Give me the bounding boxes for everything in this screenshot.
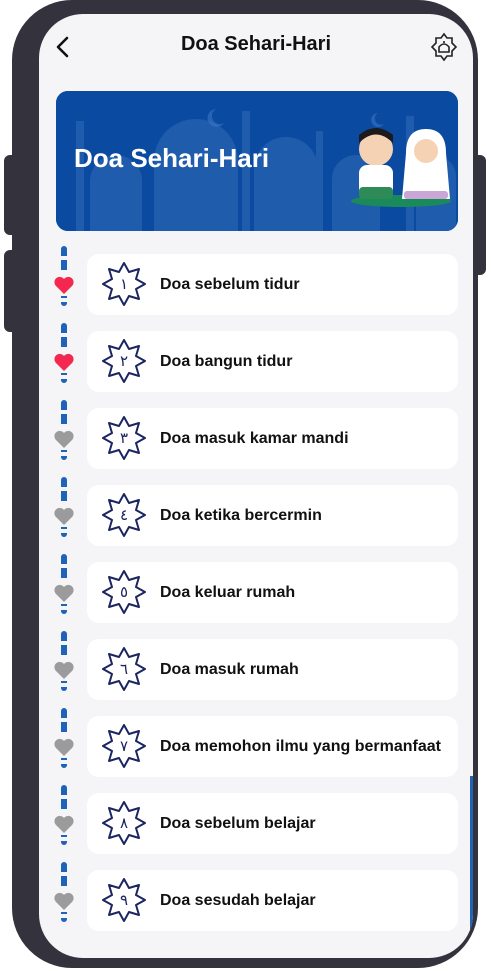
list-item: ٨ Doa sebelum belajar	[39, 785, 473, 855]
number-star-badge: ٨	[101, 800, 147, 846]
favorite-heart-icon[interactable]	[52, 890, 76, 912]
favorite-heart-icon[interactable]	[52, 505, 76, 527]
prayer-title: Doa sebelum belajar	[160, 814, 316, 832]
prayer-card[interactable]: ٥ Doa keluar rumah	[87, 562, 458, 623]
favorite-heart-icon[interactable]	[52, 582, 76, 604]
favorite-heart-icon[interactable]	[52, 428, 76, 450]
prayer-title: Doa bangun tidur	[160, 352, 293, 370]
prayer-title: Doa memohon ilmu yang bermanfaat	[160, 737, 441, 755]
app-screen: Doa Sehari-Hari Doa Sehari-Hari ١ Doa se…	[39, 14, 473, 958]
favorite-heart-icon[interactable]	[52, 736, 76, 758]
prayer-title: Doa sebelum tidur	[160, 275, 300, 293]
list-item: ٤ Doa ketika bercermin	[39, 477, 473, 547]
number-star-badge: ٥	[101, 569, 147, 615]
favorite-heart-icon[interactable]	[52, 659, 76, 681]
number-star-badge: ٧	[101, 723, 147, 769]
prayer-card[interactable]: ١ Doa sebelum tidur	[87, 254, 458, 315]
prayer-number: ٧	[119, 737, 129, 755]
prayer-number: ٨	[119, 814, 129, 832]
praying-kids-illustration	[351, 128, 451, 207]
list-item: ١ Doa sebelum tidur	[39, 246, 473, 316]
page-title: Doa Sehari-Hari	[180, 33, 332, 55]
prayer-number: ٣	[119, 429, 129, 447]
phone-frame: Doa Sehari-Hari Doa Sehari-Hari ١ Doa se…	[12, 0, 478, 968]
scrollbar[interactable]	[470, 776, 473, 936]
favorite-heart-icon[interactable]	[52, 351, 76, 373]
number-star-badge: ٦	[101, 646, 147, 692]
prayer-title: Doa keluar rumah	[160, 583, 296, 601]
list-item: ٦ Doa masuk rumah	[39, 631, 473, 701]
number-star-badge: ٣	[101, 415, 147, 461]
list-item: ٢ Doa bangun tidur	[39, 323, 473, 393]
prayer-title: Doa masuk rumah	[160, 660, 299, 678]
banner-title: Doa Sehari-Hari	[74, 143, 270, 173]
prayer-card[interactable]: ٨ Doa sebelum belajar	[87, 793, 458, 854]
favorite-heart-icon[interactable]	[52, 274, 76, 296]
prayer-card[interactable]: ٩ Doa sesudah belajar	[87, 870, 458, 931]
list-item: ٧ Doa memohon ilmu yang bermanfaat	[39, 708, 473, 778]
list-item: ٥ Doa keluar rumah	[39, 554, 473, 624]
favorite-heart-icon[interactable]	[52, 813, 76, 835]
number-star-badge: ٢	[101, 338, 147, 384]
prayer-title: Doa masuk kamar mandi	[160, 429, 349, 447]
list-item: ٣ Doa masuk kamar mandi	[39, 400, 473, 470]
number-star-badge: ٤	[101, 492, 147, 538]
prayer-number: ٩	[119, 891, 129, 909]
prayer-number: ١	[119, 275, 129, 293]
prayer-number: ٦	[119, 660, 129, 678]
prayer-number: ٥	[119, 583, 129, 601]
prayer-card[interactable]: ٦ Doa masuk rumah	[87, 639, 458, 700]
app-header: Doa Sehari-Hari	[39, 14, 473, 80]
prayer-card[interactable]: ٧ Doa memohon ilmu yang bermanfaat	[87, 716, 458, 777]
mosque-icon[interactable]	[429, 32, 459, 62]
prayer-card[interactable]: ٢ Doa bangun tidur	[87, 331, 458, 392]
prayer-number: ٤	[119, 506, 129, 524]
prayer-number: ٢	[119, 352, 129, 370]
prayer-title: Doa sesudah belajar	[160, 891, 316, 909]
prayer-card[interactable]: ٤ Doa ketika bercermin	[87, 485, 458, 546]
number-star-badge: ٩	[101, 877, 147, 923]
prayer-card[interactable]: ٣ Doa masuk kamar mandi	[87, 408, 458, 469]
list-item: ٩ Doa sesudah belajar	[39, 862, 473, 932]
hero-banner: Doa Sehari-Hari	[56, 91, 458, 231]
prayer-title: Doa ketika bercermin	[160, 506, 322, 524]
number-star-badge: ١	[101, 261, 147, 307]
